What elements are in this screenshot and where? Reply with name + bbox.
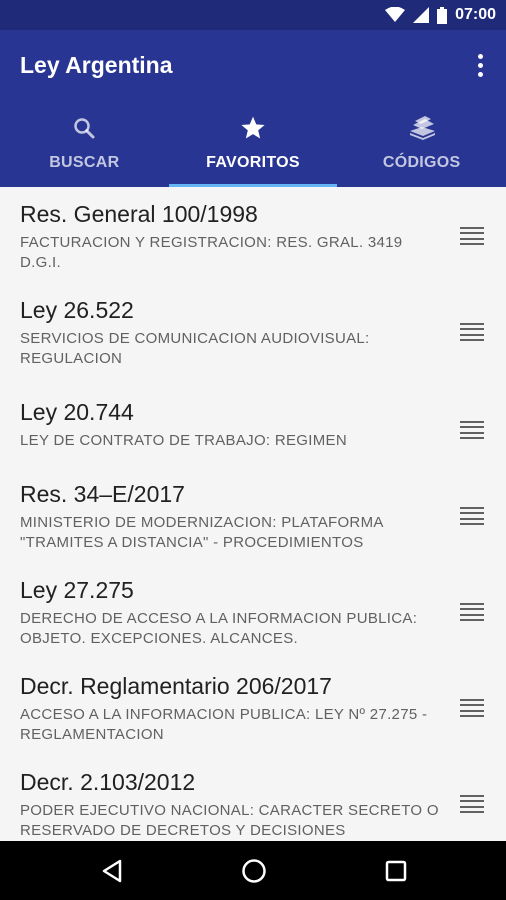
- tab-buscar[interactable]: BUSCAR: [0, 110, 169, 187]
- item-subtitle: FACTURACION Y REGISTRACION: RES. GRAL. 3…: [20, 234, 403, 271]
- nav-bar: [0, 841, 506, 900]
- wifi-icon: [385, 7, 406, 22]
- list-item[interactable]: Ley 27.275 DERECHO DE ACCESO A LA INFORM…: [0, 557, 506, 653]
- item-title: Ley 27.275: [20, 577, 134, 603]
- list-item[interactable]: Res. General 100/1998 FACTURACION Y REGI…: [0, 187, 506, 283]
- drag-handle-icon[interactable]: [460, 699, 484, 717]
- tab-label: BUSCAR: [49, 154, 120, 171]
- item-title: Decr. 2.103/2012: [20, 769, 196, 795]
- recents-button[interactable]: [366, 841, 426, 900]
- item-subtitle: SERVICIOS DE COMUNICACION AUDIOVISUAL: R…: [20, 330, 370, 367]
- tab-label: CÓDIGOS: [382, 154, 461, 171]
- drag-handle-icon[interactable]: [460, 507, 484, 525]
- books-icon: [409, 116, 435, 140]
- list-item[interactable]: Decr. 2.103/2012 PODER EJECUTIVO NACIONA…: [0, 749, 506, 841]
- drag-handle-icon[interactable]: [460, 323, 484, 341]
- item-title: Ley 20.744: [20, 399, 134, 425]
- item-title: Ley 26.522: [20, 297, 134, 323]
- battery-icon: [437, 6, 448, 24]
- drag-handle-icon[interactable]: [460, 421, 484, 439]
- item-subtitle: PODER EJECUTIVO NACIONAL: CARACTER SECRE…: [20, 802, 439, 839]
- item-title: Res. 34–E/2017: [20, 481, 185, 507]
- back-button[interactable]: [82, 841, 142, 900]
- home-icon: [242, 858, 266, 883]
- tab-codigos[interactable]: CÓDIGOS: [337, 110, 506, 187]
- tab-favoritos[interactable]: FAVORITOS: [168, 110, 338, 187]
- app-title: Ley Argentina: [20, 52, 173, 78]
- recents-icon: [385, 860, 407, 881]
- item-subtitle: ACCESO A LA INFORMACION PUBLICA: LEY Nº …: [20, 706, 428, 743]
- item-subtitle: DERECHO DE ACCESO A LA INFORMACION PUBLI…: [20, 610, 418, 647]
- item-title: Res. General 100/1998: [20, 201, 258, 227]
- home-button[interactable]: [224, 841, 284, 900]
- list-item[interactable]: Ley 26.522 SERVICIOS DE COMUNICACION AUD…: [0, 283, 506, 379]
- drag-handle-icon[interactable]: [460, 603, 484, 621]
- tab-bar: BUSCAR FAVORITOS CÓDIGOS: [0, 110, 506, 187]
- list-item[interactable]: Ley 20.744 LEY DE CONTRATO DE TRABAJO: R…: [0, 379, 506, 461]
- favorites-list: Res. General 100/1998 FACTURACION Y REGI…: [0, 187, 506, 841]
- search-icon: [74, 118, 95, 139]
- list-item[interactable]: Decr. Reglamentario 206/2017 ACCESO A LA…: [0, 653, 506, 749]
- item-title: Decr. Reglamentario 206/2017: [20, 673, 332, 699]
- status-bar: 07:00: [0, 0, 506, 30]
- signal-icon: [413, 7, 430, 23]
- drag-handle-icon[interactable]: [460, 795, 484, 813]
- app-bar: Ley Argentina BUSCAR FAVORITOS CÓDIGOS: [0, 30, 506, 187]
- more-vert-icon[interactable]: [468, 50, 492, 80]
- item-subtitle: MINISTERIO DE MODERNIZACION: PLATAFORMA …: [20, 514, 383, 551]
- back-icon: [102, 859, 122, 882]
- star-icon: [241, 116, 265, 139]
- tab-label: FAVORITOS: [206, 154, 300, 171]
- list-item[interactable]: Res. 34–E/2017 MINISTERIO DE MODERNIZACI…: [0, 461, 506, 557]
- status-time: 07:00: [455, 6, 496, 23]
- drag-handle-icon[interactable]: [460, 227, 484, 245]
- item-subtitle: LEY DE CONTRATO DE TRABAJO: REGIMEN: [20, 432, 347, 449]
